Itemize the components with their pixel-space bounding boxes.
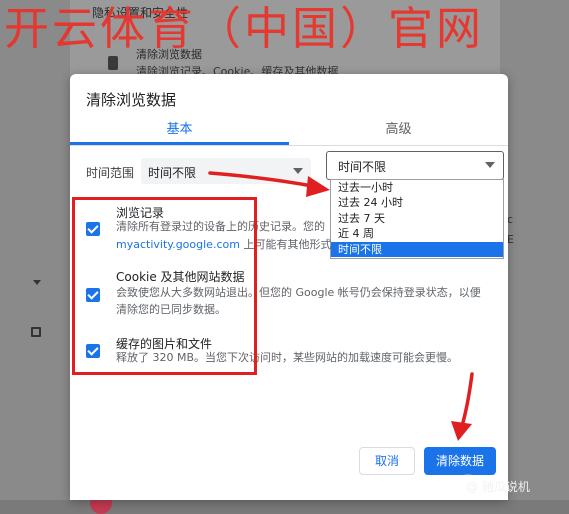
watermark-text: 开云体育（中国）官网 bbox=[4, 2, 485, 55]
annotation-arrow-down bbox=[451, 372, 474, 441]
annotation-arrow-right bbox=[208, 171, 330, 197]
annotation-arrows bbox=[208, 171, 474, 441]
author-credit: @ 驰瓜说机 bbox=[466, 480, 530, 494]
